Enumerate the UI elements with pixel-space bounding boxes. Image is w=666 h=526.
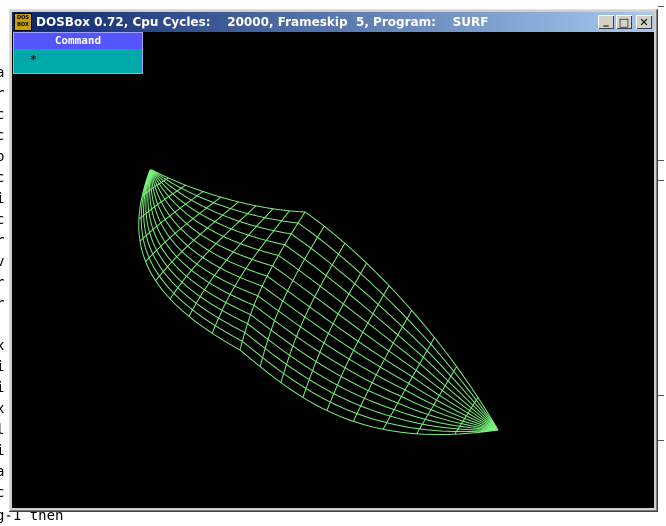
dosbox-icon[interactable]: DOS BOX <box>14 13 32 31</box>
background-code-char: r <box>0 275 5 291</box>
background-code-char: i <box>0 191 5 207</box>
mesh-v-line <box>150 169 499 431</box>
mesh-v-line <box>143 169 499 431</box>
background-code-char: i <box>0 359 5 375</box>
background-code-char: c <box>0 128 5 144</box>
mesh-u-line <box>326 285 390 411</box>
close-icon: ✕ <box>639 15 649 29</box>
command-menu-header: Command <box>14 33 142 49</box>
background-code-char: b <box>0 149 5 165</box>
mesh-v-line <box>148 169 499 431</box>
mesh-v-line <box>150 169 499 431</box>
mesh-v-line <box>151 169 499 431</box>
mesh-v-line <box>147 169 499 431</box>
background-code-char: a <box>0 65 5 81</box>
background-code-char: a <box>0 464 5 480</box>
background-code-char: v <box>0 254 5 270</box>
maximize-button[interactable]: □ <box>616 15 632 29</box>
window-title: DOSBox 0.72, Cpu Cycles: 20000, Frameski… <box>36 15 489 29</box>
background-code-char: r <box>0 86 5 102</box>
title-bar[interactable]: DOS BOX DOSBox 0.72, Cpu Cycles: 20000, … <box>12 12 654 32</box>
background-code-char: i <box>0 380 5 396</box>
dosbox-window[interactable]: DOS BOX DOSBox 0.72, Cpu Cycles: 20000, … <box>8 8 658 512</box>
close-button[interactable]: ✕ <box>636 15 652 29</box>
command-menu-item[interactable]: * <box>14 49 142 73</box>
maximize-icon: □ <box>618 15 630 29</box>
mesh-v-line <box>150 169 499 431</box>
background-code-char: l <box>0 422 5 438</box>
mesh-u-line <box>302 262 368 398</box>
minimize-icon: _ <box>603 13 609 27</box>
dos-screen[interactable]: Command * <box>12 32 654 508</box>
background-code-char: c <box>0 107 5 123</box>
mesh-v-line <box>150 169 499 431</box>
background-code-char: c <box>0 170 5 186</box>
wireframe-surface <box>138 169 499 436</box>
background-code-char: r <box>0 233 5 249</box>
background-code-char: i <box>0 443 5 459</box>
icon-text-top: DOS <box>16 15 29 21</box>
command-menu[interactable]: Command * <box>13 32 143 74</box>
mesh-v-line <box>151 169 499 431</box>
background-code-char: c <box>0 212 5 228</box>
mesh-v-line <box>151 169 499 431</box>
background-code-char: x <box>0 401 5 417</box>
background-code-char: c <box>0 485 5 501</box>
icon-text-bottom: BOX <box>17 22 29 28</box>
mesh-v-line <box>150 169 499 431</box>
mesh-v-line <box>151 169 499 431</box>
minimize-button[interactable]: _ <box>598 13 614 29</box>
background-code-char: r <box>0 296 5 312</box>
background-code-char: x <box>0 338 5 354</box>
